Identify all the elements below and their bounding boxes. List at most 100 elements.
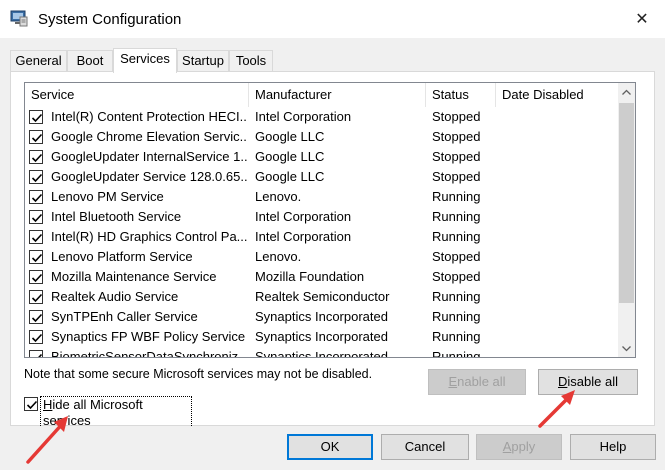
status: Stopped xyxy=(432,109,481,124)
scrollbar-thumb[interactable] xyxy=(619,103,634,303)
date-disabled xyxy=(502,307,617,327)
table-row[interactable]: Lenovo PM Service Lenovo. Running xyxy=(25,187,619,207)
status: Running xyxy=(432,209,481,224)
column-header-manufacturer[interactable]: Manufacturer xyxy=(249,83,426,107)
manufacturer: Intel Corporation xyxy=(255,229,352,244)
checkbox-checked-icon[interactable] xyxy=(29,130,43,144)
service-name: Intel(R) Content Protection HECI... xyxy=(51,109,247,124)
date-disabled xyxy=(502,127,617,147)
table-row[interactable]: Intel(R) HD Graphics Control Pa... Intel … xyxy=(25,227,619,247)
manufacturer: Lenovo. xyxy=(255,249,302,264)
checkbox-checked-icon[interactable] xyxy=(29,270,43,284)
hide-microsoft-services-label: Hide all Microsoft services xyxy=(40,396,192,430)
service-name: Intel(R) HD Graphics Control Pa... xyxy=(51,229,247,244)
tab-tools[interactable]: Tools xyxy=(229,50,273,72)
service-name: Mozilla Maintenance Service xyxy=(51,269,217,284)
service-name: GoogleUpdater InternalService 1... xyxy=(51,149,247,164)
status: Stopped xyxy=(432,269,481,284)
service-name: GoogleUpdater Service 128.0.65... xyxy=(51,169,247,184)
hide-microsoft-services-checkbox[interactable]: Hide all Microsoft services xyxy=(24,396,192,430)
service-name: Lenovo PM Service xyxy=(51,189,164,204)
service-name: BiometricSensorDataSynchroniz... xyxy=(51,349,247,358)
date-disabled xyxy=(502,187,617,207)
secure-services-note: Note that some secure Microsoft services… xyxy=(24,367,373,381)
vertical-scrollbar[interactable] xyxy=(618,83,635,357)
status: Stopped xyxy=(432,129,481,144)
help-button[interactable]: Help xyxy=(570,434,656,460)
tab-services[interactable]: Services xyxy=(113,48,177,73)
checkbox-checked-icon[interactable] xyxy=(29,190,43,204)
title-bar: System Configuration ✕ xyxy=(0,0,665,38)
service-name: Synaptics FP WBF Policy Service xyxy=(51,329,246,344)
checkbox-checked-icon[interactable] xyxy=(29,330,43,344)
service-name: Lenovo Platform Service xyxy=(51,249,193,264)
cancel-button[interactable]: Cancel xyxy=(381,434,469,460)
ok-button[interactable]: OK xyxy=(287,434,373,460)
status: Running xyxy=(432,349,481,358)
table-row[interactable]: GoogleUpdater InternalService 1... Google… xyxy=(25,147,619,167)
status: Running xyxy=(432,309,481,324)
table-row[interactable]: Synaptics FP WBF Policy Service Synaptics… xyxy=(25,327,619,347)
manufacturer: Intel Corporation xyxy=(255,209,352,224)
services-list[interactable]: Service Manufacturer Status Date Disable… xyxy=(24,82,636,358)
manufacturer: Realtek Semiconductor xyxy=(255,289,390,304)
list-header: Service Manufacturer Status Date Disable… xyxy=(25,83,619,107)
date-disabled xyxy=(502,107,617,127)
date-disabled xyxy=(502,147,617,167)
column-header-date-disabled[interactable]: Date Disabled xyxy=(496,83,619,107)
table-row[interactable]: Intel(R) Content Protection HECI... Intel… xyxy=(25,107,619,127)
date-disabled xyxy=(502,327,617,347)
manufacturer: Google LLC xyxy=(255,149,325,164)
checkbox-checked-icon[interactable] xyxy=(29,290,43,304)
tab-boot[interactable]: Boot xyxy=(67,50,113,72)
service-name: Realtek Audio Service xyxy=(51,289,179,304)
status: Stopped xyxy=(432,149,481,164)
scroll-up-icon[interactable] xyxy=(618,83,635,100)
checkbox-checked-icon[interactable] xyxy=(29,230,43,244)
service-rows: Intel(R) Content Protection HECI... Intel… xyxy=(25,107,619,358)
date-disabled xyxy=(502,347,617,357)
checkbox-checked-icon[interactable] xyxy=(29,250,43,264)
checkbox-checked-icon[interactable] xyxy=(29,310,43,324)
date-disabled xyxy=(502,207,617,227)
column-header-status[interactable]: Status xyxy=(426,83,496,107)
checkbox-checked-icon[interactable] xyxy=(29,210,43,224)
tab-general[interactable]: General xyxy=(10,50,67,72)
date-disabled xyxy=(502,247,617,267)
table-row[interactable]: SynTPEnh Caller Service Synaptics Incorpo… xyxy=(25,307,619,327)
window-title: System Configuration xyxy=(38,11,182,28)
table-row[interactable]: BiometricSensorDataSynchroniz... Synaptic… xyxy=(25,347,619,358)
checkbox-checked-icon[interactable] xyxy=(29,110,43,124)
manufacturer: Google LLC xyxy=(255,169,325,184)
checkbox-checked-icon[interactable] xyxy=(29,350,43,357)
date-disabled xyxy=(502,267,617,287)
manufacturer: Google LLC xyxy=(255,129,325,144)
status: Running xyxy=(432,329,481,344)
table-row[interactable]: Intel Bluetooth Service Intel Corporation… xyxy=(25,207,619,227)
scroll-down-icon[interactable] xyxy=(618,340,635,357)
enable-all-button[interactable]: Enable all xyxy=(428,369,526,395)
table-row[interactable]: Google Chrome Elevation Servic... Google … xyxy=(25,127,619,147)
table-row[interactable]: Realtek Audio Service Realtek Semiconduct… xyxy=(25,287,619,307)
apply-button[interactable]: Apply xyxy=(476,434,562,460)
manufacturer: Intel Corporation xyxy=(255,109,352,124)
date-disabled xyxy=(502,227,617,247)
status: Running xyxy=(432,189,481,204)
status: Stopped xyxy=(432,169,481,184)
close-button[interactable]: ✕ xyxy=(619,0,665,38)
table-row[interactable]: Lenovo Platform Service Lenovo. Stopped xyxy=(25,247,619,267)
table-row[interactable]: Mozilla Maintenance Service Mozilla Found… xyxy=(25,267,619,287)
date-disabled xyxy=(502,287,617,307)
manufacturer: Mozilla Foundation xyxy=(255,269,365,284)
msconfig-icon xyxy=(10,9,28,27)
disable-all-button[interactable]: Disable all xyxy=(538,369,638,395)
service-name: Intel Bluetooth Service xyxy=(51,209,182,224)
table-row[interactable]: GoogleUpdater Service 128.0.65... Google … xyxy=(25,167,619,187)
tab-startup[interactable]: Startup xyxy=(177,50,229,72)
column-header-service[interactable]: Service xyxy=(25,83,249,107)
status: Running xyxy=(432,289,481,304)
checkbox-checked-icon[interactable] xyxy=(29,150,43,164)
checkbox-checked-icon[interactable] xyxy=(24,397,38,411)
manufacturer: Synaptics Incorporated xyxy=(255,309,388,324)
checkbox-checked-icon[interactable] xyxy=(29,170,43,184)
